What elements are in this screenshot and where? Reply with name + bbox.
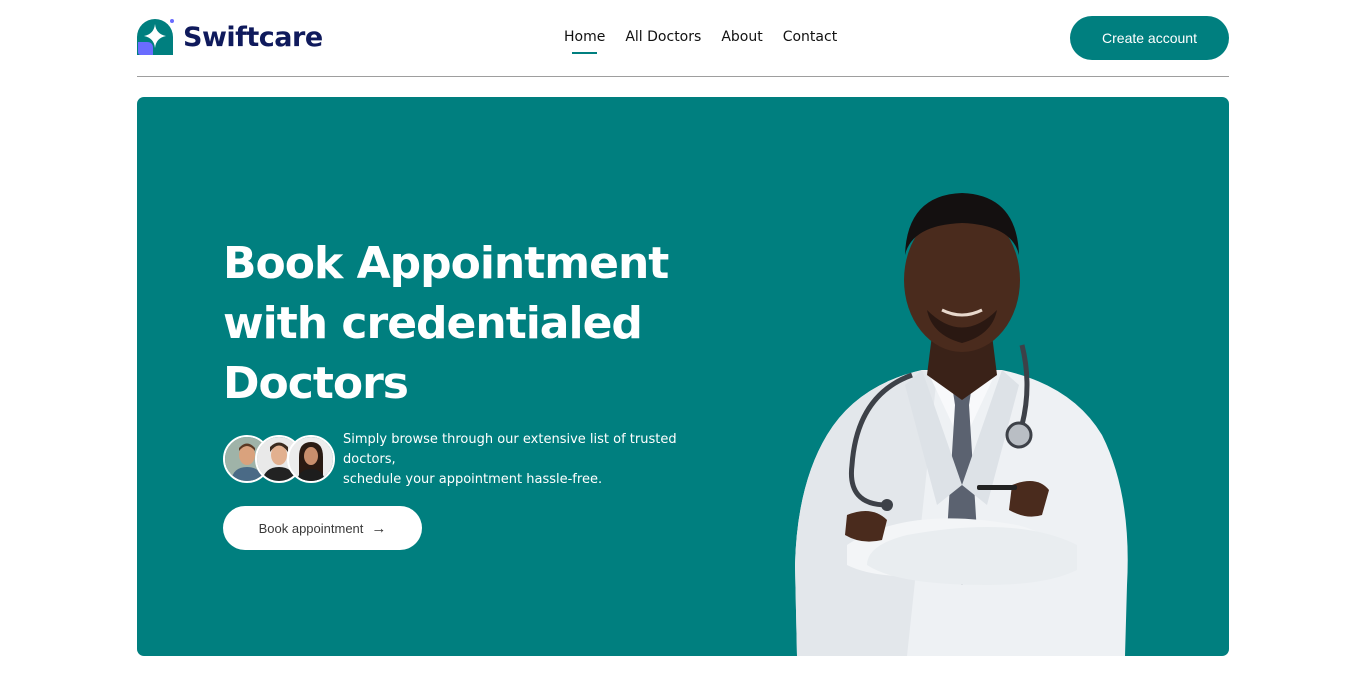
arrow-right-icon: → — [371, 519, 387, 537]
main-nav: Home All Doctors About Contact — [564, 28, 837, 54]
create-account-button[interactable]: Create account — [1070, 16, 1229, 60]
hero-description: Simply browse through our extensive list… — [343, 430, 677, 490]
hero-title-line-1: Book Appointment — [223, 238, 669, 289]
hero-description-line-1: Simply browse through our extensive list… — [343, 432, 677, 447]
site-header: Swiftcare Home All Doctors About Contact… — [137, 0, 1229, 77]
book-appointment-button[interactable]: Book appointment → — [223, 506, 422, 550]
hero-banner: Book Appointment with credentialed Docto… — [137, 97, 1229, 656]
hero-title-line-3: Doctors — [223, 358, 409, 409]
avatar — [287, 435, 335, 483]
hero-description-line-3: schedule your appointment hassle-free. — [343, 472, 603, 487]
hero-title-line-2: with credentialed — [223, 298, 643, 349]
swiftcare-logo-icon — [137, 18, 174, 56]
logo[interactable]: Swiftcare — [137, 17, 323, 57]
book-appointment-label: Book appointment — [258, 520, 364, 536]
doctor-avatars — [223, 435, 335, 485]
hero-description-line-2: doctors, — [343, 452, 396, 467]
nav-contact[interactable]: Contact — [783, 28, 837, 48]
nav-all-doctors[interactable]: All Doctors — [625, 28, 701, 48]
brand-name: Swiftcare — [183, 21, 323, 53]
doctor-image — [787, 185, 1137, 656]
hero-title: Book Appointment with credentialed Docto… — [223, 234, 693, 414]
nav-home[interactable]: Home — [564, 28, 605, 54]
nav-about[interactable]: About — [721, 28, 762, 48]
